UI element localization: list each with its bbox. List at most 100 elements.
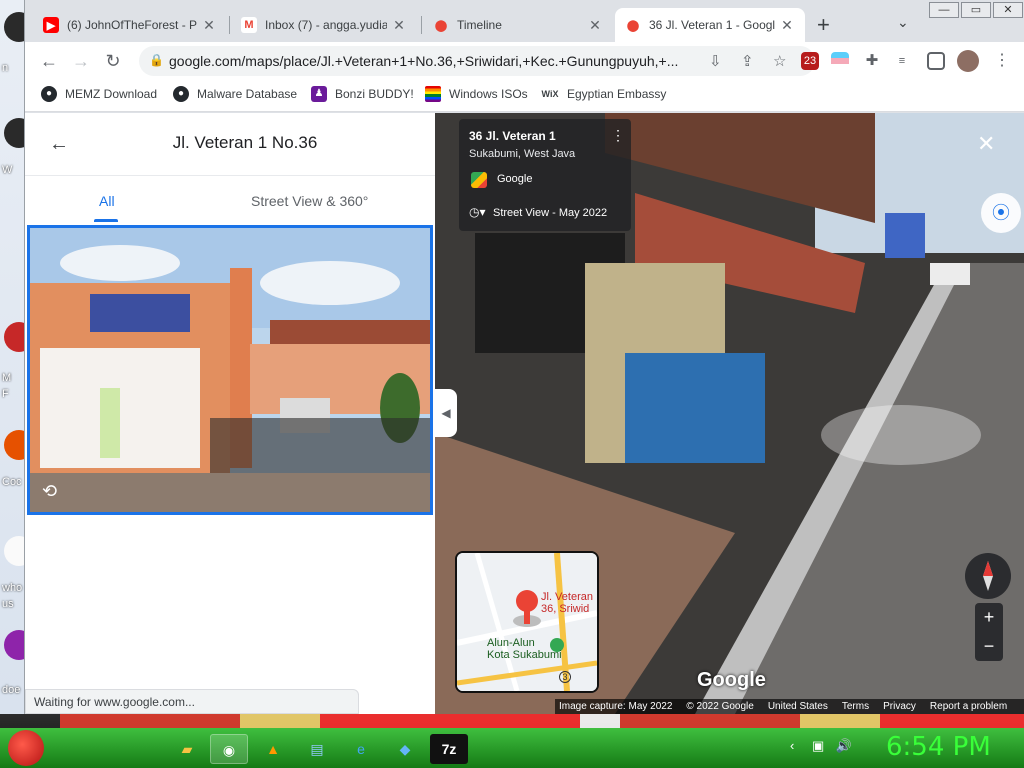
bookmark-star-icon[interactable]: ☆ <box>773 52 786 70</box>
google-maps-logo-icon <box>471 172 487 188</box>
street-view-thumbnail[interactable]: ⟲ <box>27 225 433 515</box>
paint-icon[interactable]: ◆ <box>386 734 424 764</box>
location-info-card: 36 Jl. Veteran 1 ⋮ Sukabumi, West Java G… <box>459 119 631 231</box>
bookmark-label: Malware Database <box>197 87 298 101</box>
country-link[interactable]: United States <box>768 701 828 712</box>
desktop-label: who <box>2 582 23 594</box>
location-pin-icon[interactable]: ⦿ <box>981 193 1021 233</box>
route-marker: 3 <box>559 671 571 683</box>
start-button-angry-bird-icon[interactable] <box>8 730 44 766</box>
zoom-out-button[interactable]: − <box>975 632 1003 661</box>
lock-icon[interactable]: 🔒 <box>149 53 164 67</box>
7zip-icon[interactable]: 7z <box>430 734 468 764</box>
desktop-app-icon[interactable] <box>4 536 24 566</box>
close-window-button[interactable]: ✕ <box>993 2 1023 18</box>
profile-avatar[interactable] <box>957 50 979 72</box>
tab-all[interactable]: All <box>99 193 115 209</box>
more-options-icon[interactable]: ⋮ <box>611 127 625 144</box>
desktop-app-icon[interactable] <box>4 322 24 352</box>
bookmark-label: Bonzi BUDDY! <box>335 87 414 101</box>
url-text[interactable]: google.com/maps/place/Jl.+Veteran+1+No.3… <box>169 53 689 69</box>
minimap[interactable]: Jl. Veteran 36, Sriwid Alun-Alun Kota Suka… <box>455 551 599 693</box>
divider <box>25 175 435 176</box>
image-capture-date: Image capture: May 2022 <box>559 701 673 712</box>
share-icon[interactable]: ⇪ <box>741 52 754 70</box>
bookmark-egyptian-embassy[interactable]: WiX Egyptian Embassy <box>541 86 667 102</box>
bookmark-label: Egyptian Embassy <box>567 87 667 101</box>
network-icon[interactable]: ▣ <box>812 738 824 753</box>
compass-icon[interactable] <box>965 553 1011 599</box>
source-label[interactable]: Google <box>497 173 532 185</box>
tab-gmail[interactable]: M Inbox (7) - angga.yudiat ✕ <box>231 8 417 42</box>
terms-link[interactable]: Terms <box>842 701 869 712</box>
desktop-app-icon[interactable] <box>4 430 24 460</box>
bookmark-label: MEMZ Download <box>65 87 158 101</box>
minimap-label: Alun-Alun Kota Sukabumi <box>487 637 562 661</box>
desktop-app-icon[interactable] <box>4 12 24 42</box>
menu-kebab-icon[interactable]: ⋮ <box>993 52 1011 70</box>
tab-maps-active[interactable]: ⬤ 36 Jl. Veteran 1 - Google ✕ <box>615 8 805 42</box>
tab-timeline[interactable]: ⬤ Timeline ✕ <box>423 8 613 42</box>
back-arrow-icon[interactable]: ← <box>49 133 69 156</box>
desktop-app-icon[interactable] <box>4 118 24 148</box>
address-bar[interactable]: 🔒 google.com/maps/place/Jl.+Veteran+1+No… <box>139 46 815 76</box>
system-tray: ‹ ▣ 🔊 <box>790 738 852 754</box>
street-view-date[interactable]: Street View - May 2022 <box>493 207 607 219</box>
gmail-icon: M <box>241 17 257 33</box>
volume-icon[interactable]: 🔊 <box>836 738 852 753</box>
github-icon: ● <box>173 86 189 102</box>
extension-badge-icon[interactable]: 23 <box>801 52 819 70</box>
report-problem-link[interactable]: Report a problem <box>930 701 1007 712</box>
pride-flag-extension-icon[interactable] <box>831 52 849 70</box>
maps-pin-icon: ⬤ <box>434 19 448 32</box>
privacy-link[interactable]: Privacy <box>883 701 916 712</box>
close-tab-icon[interactable]: ✕ <box>779 17 795 34</box>
desktop-label: M <box>2 372 12 384</box>
tab-street-view-360[interactable]: Street View & 360° <box>251 193 368 209</box>
side-panel-icon[interactable] <box>927 52 945 70</box>
tab-youtube[interactable]: ▶ (6) JohnOfTheForest - Po ✕ <box>33 8 227 42</box>
street-view-panel[interactable]: ◀ 36 Jl. Veteran 1 ⋮ Sukabumi, West Java… <box>435 113 1024 714</box>
vlc-icon[interactable]: ▲ <box>254 734 292 764</box>
desktop-app-icon[interactable] <box>4 630 24 660</box>
new-tab-button[interactable]: + <box>817 12 830 38</box>
tab-separator <box>229 16 230 34</box>
reload-icon[interactable]: ↻ <box>101 50 125 74</box>
bookmark-bonzi-buddy[interactable]: ♟ Bonzi BUDDY! <box>311 86 414 102</box>
extension-badge-count: 23 <box>803 55 817 67</box>
show-hidden-icons-chevron-icon[interactable]: ‹ <box>790 738 794 753</box>
maximize-button[interactable]: ▭ <box>961 2 991 18</box>
chrome-icon[interactable]: ◉ <box>210 734 248 764</box>
back-arrow-icon[interactable]: ← <box>37 50 61 74</box>
bookmark-label: Windows ISOs <box>449 87 528 101</box>
notepad-icon[interactable]: ▤ <box>298 734 336 764</box>
minimize-button[interactable]: — <box>929 2 959 18</box>
close-tab-icon[interactable]: ✕ <box>201 17 217 34</box>
desktop-label: F <box>2 388 9 400</box>
wix-icon: WiX <box>541 89 559 99</box>
history-clock-icon[interactable]: ◷▾ <box>469 205 486 219</box>
close-tab-icon[interactable]: ✕ <box>391 17 407 34</box>
install-app-icon[interactable]: ⇩ <box>709 52 722 70</box>
forward-arrow-icon[interactable]: → <box>69 50 93 74</box>
tab-search-chevron-icon[interactable]: ⌄ <box>897 14 909 31</box>
close-street-view-icon[interactable]: ✕ <box>977 131 995 157</box>
ie-icon[interactable]: e <box>342 734 380 764</box>
desktop-label: doe <box>2 684 21 696</box>
collapse-panel-chevron-icon[interactable]: ◀ <box>435 389 457 437</box>
bookmark-malware-database[interactable]: ● Malware Database <box>173 86 297 102</box>
folder-icon[interactable]: ▰ <box>168 734 206 764</box>
bookmark-memz[interactable]: ● MEMZ Download <box>41 86 157 102</box>
media-control-icon[interactable]: ≡ <box>893 52 911 70</box>
puzzle-extensions-icon[interactable]: ✚ <box>863 52 881 70</box>
taskbar-clock[interactable]: 6:54 PM <box>886 732 991 762</box>
tab-title: Inbox (7) - angga.yudiat <box>265 18 387 32</box>
page-content: ← Jl. Veteran 1 No.36 All Street View & … <box>25 113 1024 714</box>
maps-pin-icon: ⬤ <box>626 19 640 32</box>
attribution-footer: Image capture: May 2022 © 2022 Google Un… <box>555 699 1024 714</box>
bookmark-windows-isos[interactable]: Windows ISOs <box>425 86 528 102</box>
google-watermark: Google <box>697 669 766 691</box>
zoom-in-button[interactable]: + <box>975 603 1003 632</box>
close-tab-icon[interactable]: ✕ <box>587 17 603 34</box>
taskbar-bar <box>0 728 1024 768</box>
